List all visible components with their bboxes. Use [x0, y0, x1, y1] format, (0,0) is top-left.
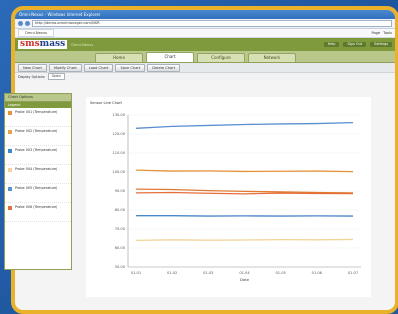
- settings-button[interactable]: Settings: [370, 42, 392, 47]
- address-bar-row: http://demo.omnimanager.com/NSR: [15, 19, 395, 29]
- legend-swatch: [8, 187, 12, 191]
- page-menu[interactable]: Page: [371, 31, 380, 35]
- tools-menu[interactable]: Tools: [383, 31, 392, 35]
- legend-item-label: Probe 003 (Temperature): [15, 148, 57, 152]
- legend-panel-header: Chart Options: [5, 94, 71, 102]
- new-chart-button[interactable]: New Chart: [18, 64, 47, 72]
- y-tick-label: 110.00: [112, 151, 125, 155]
- display-options: Display Options Open: [15, 73, 395, 80]
- address-input[interactable]: http://demo.omnimanager.com/NSR: [32, 20, 392, 27]
- modify-chart-button[interactable]: Modify Chart: [49, 64, 82, 72]
- save-chart-button[interactable]: Save Chart: [115, 64, 145, 72]
- delete-chart-button[interactable]: Delete Chart: [147, 64, 180, 72]
- legend-item-label: Probe 006 (Temperature): [15, 205, 57, 209]
- browser-tab[interactable]: Omni-Nexus: [18, 29, 54, 37]
- y-tick-label: 70.00: [115, 227, 126, 231]
- y-tick-label: 60.00: [115, 246, 126, 250]
- x-axis-label: Date: [240, 277, 250, 282]
- x-tick-label: 01.01: [131, 271, 141, 275]
- load-chart-button[interactable]: Load Chart: [84, 64, 114, 72]
- legend-item[interactable]: Probe 006 (Temperature): [5, 203, 71, 222]
- chart-panel: Sensor Line Chart 130.00 120.00 110.00 100.…: [86, 97, 371, 297]
- y-tick-label: 90.00: [115, 189, 126, 193]
- legend-item[interactable]: Probe 004 (Temperature): [5, 165, 71, 184]
- legend-item-label: Probe 004 (Temperature): [15, 167, 57, 171]
- legend-item-label: Probe 005 (Temperature): [15, 186, 57, 190]
- tab-chart[interactable]: Chart: [146, 52, 194, 62]
- x-tick-label: 01.05: [276, 271, 286, 275]
- sign-out-button[interactable]: Sign Out: [343, 42, 366, 47]
- series-line: [136, 239, 353, 240]
- tab-network[interactable]: Network: [248, 53, 296, 62]
- legend-item-label: Probe 001 (Temperature): [15, 110, 57, 114]
- x-tick-label: 01.02: [167, 271, 177, 275]
- legend-item[interactable]: Probe 001 (Temperature): [5, 108, 71, 127]
- chart-title: Sensor Line Chart: [90, 101, 122, 105]
- legend-swatch: [8, 149, 12, 153]
- legend-swatch: [8, 168, 12, 172]
- x-tick-label: 01.06: [312, 271, 323, 275]
- legend-swatch: [8, 111, 12, 115]
- logo: smsmass: [18, 40, 67, 49]
- legend-item[interactable]: Probe 003 (Temperature): [5, 146, 71, 165]
- y-tick-label: 130.00: [112, 113, 125, 117]
- tab-home[interactable]: Home: [95, 53, 143, 62]
- y-tick-label: 120.00: [112, 132, 125, 136]
- y-tick-label: 50.00: [115, 265, 126, 269]
- x-tick-label: 01.07: [348, 271, 358, 275]
- y-tick-label: 100.00: [112, 170, 125, 174]
- legend-item[interactable]: Probe 002 (Temperature): [5, 127, 71, 146]
- y-tick-label: 80.00: [115, 208, 126, 212]
- forward-icon[interactable]: [25, 21, 30, 26]
- help-button[interactable]: Help: [324, 42, 340, 47]
- x-tick-label: 01.03: [203, 271, 213, 275]
- chart-toolbar: New Chart Modify Chart Load Chart Save C…: [15, 63, 395, 73]
- display-options-select[interactable]: Open: [48, 73, 65, 80]
- legend-panel: Chart Options Legend Probe 001 (Temperat…: [4, 93, 72, 270]
- line-chart: 130.00 120.00 110.00 100.00 90.00 80.00 70.00 6…: [86, 97, 371, 297]
- display-options-label: Display Options: [18, 75, 45, 79]
- legend-item[interactable]: Probe 005 (Temperature): [5, 184, 71, 203]
- browser-tabs: Omni-Nexus Page Tools: [15, 29, 395, 38]
- back-icon[interactable]: [18, 21, 23, 26]
- x-tick-label: 01.04: [239, 271, 250, 275]
- tab-configure[interactable]: Configure: [197, 53, 245, 62]
- app-header: smsmass Omni-Nexus Help Sign Out Setting…: [15, 38, 395, 51]
- legend-swatch: [8, 130, 12, 134]
- window-title: Omni-Nexus - Windows Internet Explorer: [15, 10, 395, 19]
- main-nav: Home Chart Configure Network: [15, 51, 395, 63]
- app-subtitle: Omni-Nexus: [71, 43, 93, 47]
- legend-item-label: Probe 002 (Temperature): [15, 129, 57, 133]
- legend-swatch: [8, 206, 12, 210]
